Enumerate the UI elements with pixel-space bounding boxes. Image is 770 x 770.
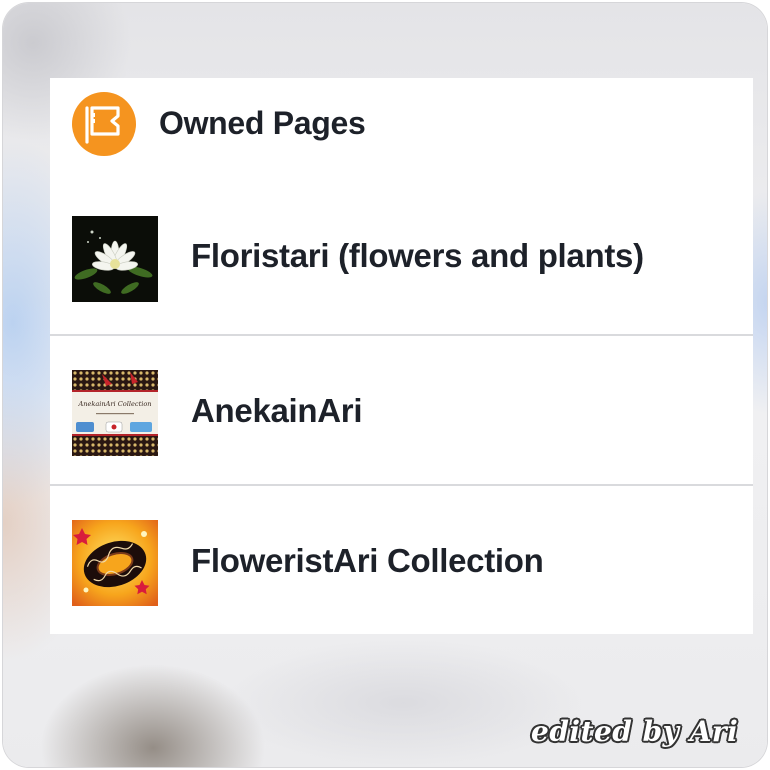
white-flower-thumbnail bbox=[72, 216, 158, 302]
thumbnail-text: AnekainAri Collection bbox=[77, 400, 151, 408]
watermark-text: edited by Ari bbox=[531, 715, 739, 748]
owned-pages-card: Owned Pages Floristari (flowers and plan… bbox=[50, 78, 753, 634]
list-item-anekainari[interactable]: AnekainAri Collection AnekainAri bbox=[50, 336, 753, 486]
photo-frame: Owned Pages Floristari (flowers and plan… bbox=[3, 3, 767, 767]
bracelet-thumbnail bbox=[72, 520, 158, 606]
page-name: AnekainAri bbox=[191, 392, 363, 429]
page-name: FloweristAri Collection bbox=[191, 542, 544, 579]
list-item-floweristari-collection[interactable]: FloweristAri Collection bbox=[50, 486, 753, 636]
section-title: Owned Pages bbox=[159, 105, 366, 141]
owned-pages-header: Owned Pages bbox=[50, 78, 753, 176]
anekainari-collection-thumbnail: AnekainAri Collection bbox=[72, 370, 158, 456]
page-name: Floristari (flowers and plants) bbox=[191, 237, 644, 274]
flag-icon bbox=[72, 92, 136, 156]
list-item-floristari[interactable]: Floristari (flowers and plants) bbox=[50, 176, 753, 326]
